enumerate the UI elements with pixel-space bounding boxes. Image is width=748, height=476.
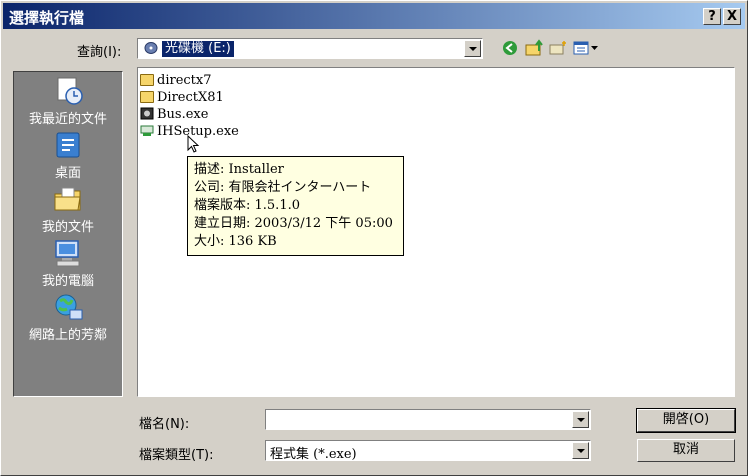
lookin-value: 光碟機 (E:): [162, 41, 234, 57]
view-menu-button[interactable]: [573, 39, 601, 57]
filetype-dropdown-arrow[interactable]: [572, 442, 589, 459]
place-label: 我的電腦: [41, 274, 94, 289]
my-documents-icon: [52, 184, 84, 214]
filename-combobox[interactable]: [265, 409, 591, 430]
place-label: 我最近的文件: [28, 112, 107, 127]
places-bar: 我最近的文件 桌面 我的文件 我的電腦 網路上的芳鄰: [13, 71, 123, 397]
list-item[interactable]: DirectX81: [140, 89, 224, 106]
recent-documents-icon: [52, 76, 84, 106]
place-label: 我的文件: [41, 220, 94, 235]
new-folder-icon: [549, 41, 566, 55]
file-name: directx7: [157, 73, 212, 88]
desktop-icon: [52, 130, 84, 160]
place-network[interactable]: 網路上的芳鄰: [14, 292, 122, 343]
filename-label: 檔名(N):: [139, 417, 190, 432]
file-name: Bus.exe: [157, 107, 209, 122]
place-my-computer[interactable]: 我的電腦: [14, 238, 122, 289]
filetype-label: 檔案類型(T):: [139, 448, 214, 463]
back-button[interactable]: [501, 39, 521, 57]
exe-icon: [140, 107, 154, 120]
close-button[interactable]: X: [723, 8, 741, 25]
place-recent[interactable]: 我最近的文件: [14, 76, 122, 127]
cd-drive-icon: [144, 42, 158, 55]
lookin-combobox[interactable]: 光碟機 (E:): [137, 38, 483, 59]
setup-icon: [140, 124, 154, 136]
tooltip-company: 公司: 有限会社インターハート: [194, 180, 372, 195]
up-folder-button[interactable]: [525, 39, 545, 57]
tooltip-file-version: 檔案版本: 1.5.1.0: [194, 198, 300, 213]
tooltip-size: 大小: 136 KB: [194, 234, 277, 249]
my-computer-icon: [52, 238, 84, 268]
file-name: DirectX81: [157, 90, 224, 105]
filetype-value: 程式集 (*.exe): [270, 447, 357, 462]
folder-icon: [140, 91, 154, 103]
title-bar[interactable]: 選擇執行檔 ? X: [3, 3, 745, 29]
tooltip-date-created: 建立日期: 2003/3/12 下午 05:00: [194, 216, 393, 231]
mouse-cursor-icon: [187, 135, 200, 153]
window-title: 選擇執行檔: [9, 9, 85, 27]
place-label: 桌面: [54, 166, 81, 181]
tooltip-description: 描述: Installer: [194, 162, 284, 177]
open-file-dialog: 選擇執行檔 ? X 查詢(I): 光碟機 (E:) 我最近的文件 桌面 我的文件…: [0, 0, 748, 476]
help-button[interactable]: ?: [703, 8, 721, 25]
lookin-label: 查詢(I):: [77, 45, 122, 60]
network-places-icon: [52, 292, 84, 322]
back-arrow-icon: [503, 41, 517, 55]
new-folder-button[interactable]: [549, 39, 569, 57]
open-button[interactable]: 開啓(O): [636, 408, 736, 433]
up-folder-icon: [525, 39, 543, 56]
filetype-combobox[interactable]: 程式集 (*.exe): [265, 440, 591, 462]
list-item[interactable]: Bus.exe: [140, 106, 208, 123]
filename-dropdown-arrow[interactable]: [572, 411, 589, 428]
file-info-tooltip: 描述: Installer 公司: 有限会社インターハート 檔案版本: 1.5.…: [187, 156, 404, 256]
lookin-dropdown-arrow[interactable]: [464, 40, 481, 57]
list-item[interactable]: directx7: [140, 72, 212, 89]
place-desktop[interactable]: 桌面: [14, 130, 122, 181]
place-my-documents[interactable]: 我的文件: [14, 184, 122, 235]
place-label: 網路上的芳鄰: [28, 328, 107, 343]
view-menu-icon: [573, 41, 598, 55]
folder-icon: [140, 74, 154, 86]
cancel-button[interactable]: 取消: [637, 439, 735, 462]
